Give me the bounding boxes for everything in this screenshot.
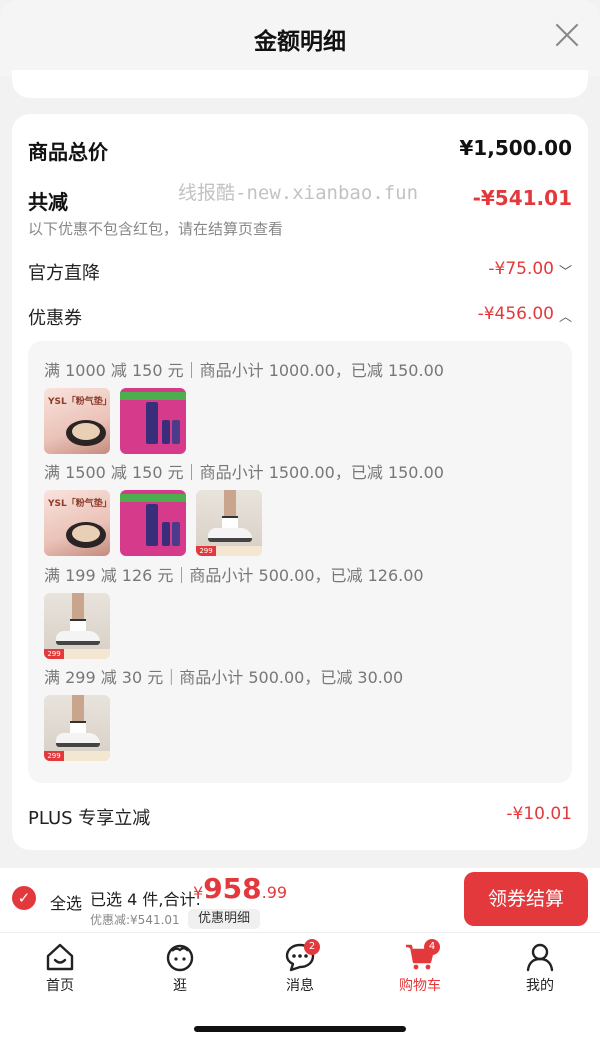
product-thumb-white-shoes[interactable]: 299 — [44, 593, 110, 659]
coupon-row[interactable]: 优惠券 -¥456.00 ︿ — [28, 304, 572, 330]
total-price-label: 商品总价 — [28, 140, 108, 164]
product-thumb-ysl-cushion[interactable]: YSL「粉气垫」 — [44, 388, 110, 454]
checkout-button[interactable]: 领券结算 — [464, 872, 588, 926]
total-amount: ¥958.99 — [193, 872, 288, 905]
chevron-up-icon: ︿ — [558, 310, 572, 325]
tab-browse[interactable]: 逛 — [140, 941, 220, 995]
tab-profile[interactable]: 我的 — [500, 941, 580, 995]
tab-label: 购物车 — [399, 978, 441, 994]
face-icon — [166, 944, 194, 972]
sheet-title: 金额明细 — [254, 29, 346, 55]
saving-text: 优惠减:¥541.01 — [90, 913, 180, 927]
tab-label: 逛 — [173, 978, 187, 994]
message-badge: 2 — [304, 939, 320, 955]
product-thumb-ysl-cushion[interactable]: YSL「粉气垫」 — [44, 490, 110, 556]
official-discount-label: 官方直降 — [28, 263, 100, 284]
discount-note: 以下优惠不包含红包，请在结算页查看 — [28, 220, 284, 238]
close-icon[interactable] — [554, 22, 580, 48]
reduce-label: 共减 — [28, 190, 68, 214]
product-thumb-white-shoes[interactable]: 299 — [196, 490, 262, 556]
tab-label: 消息 — [286, 978, 314, 994]
chevron-down-icon: ﹀ — [558, 265, 572, 280]
collapsed-card — [12, 70, 588, 98]
coupon-label: 优惠券 — [28, 308, 82, 329]
user-icon — [526, 943, 554, 972]
coupon-group-title: 满 1500 减 150 元｜商品小计 1500.00，已减 150.00 — [44, 463, 444, 482]
coupon-group-title: 满 199 减 126 元｜商品小计 500.00，已减 126.00 — [44, 566, 424, 585]
coupon-breakdown: 满 1000 减 150 元｜商品小计 1000.00，已减 150.00 YS… — [28, 341, 572, 783]
official-discount-value: -¥75.00 — [488, 259, 554, 279]
home-indicator — [194, 1026, 406, 1032]
cart-badge: 4 — [424, 939, 440, 955]
tab-messages[interactable]: 2 消息 — [260, 939, 340, 995]
select-all-checkbox[interactable]: ✓ — [12, 886, 36, 910]
checkout-bar: ✓ 全选 已选 4 件,合计: ¥958.99 优惠减:¥541.01 优惠明细… — [0, 868, 600, 932]
plus-discount-value: -¥10.01 — [506, 804, 572, 824]
reduce-value: -¥541.01 — [472, 186, 572, 210]
tab-home[interactable]: 首页 — [20, 941, 100, 995]
plus-discount-row: PLUS 专享立减 -¥10.01 — [28, 804, 572, 830]
sheet-header: 金额明细 — [0, 0, 600, 76]
coupon-value: -¥456.00 — [477, 304, 554, 324]
tab-cart[interactable]: 4 购物车 — [380, 939, 460, 995]
discount-detail-button[interactable]: 优惠明细 — [188, 909, 261, 929]
product-thumb-pink-kit[interactable] — [120, 388, 186, 454]
tab-label: 首页 — [46, 978, 74, 994]
total-price-value: ¥1,500.00 — [459, 136, 572, 160]
product-thumb-pink-kit[interactable] — [120, 490, 186, 556]
official-discount-row[interactable]: 官方直降 -¥75.00 ﹀ — [28, 259, 572, 285]
amount-detail-sheet: 金额明细 商品总价 ¥1,500.00 线报酷-new.xianbao.fun … — [0, 0, 600, 868]
coupon-group-title: 满 299 减 30 元｜商品小计 500.00，已减 30.00 — [44, 668, 404, 687]
product-thumb-white-shoes[interactable]: 299 — [44, 695, 110, 761]
selected-count: 已选 4 件,合计: — [90, 890, 201, 909]
tab-label: 我的 — [526, 978, 554, 994]
plus-discount-label: PLUS 专享立减 — [28, 808, 151, 829]
select-all-label[interactable]: 全选 — [50, 890, 82, 914]
coupon-group-title: 满 1000 减 150 元｜商品小计 1000.00，已减 150.00 — [44, 361, 444, 380]
detail-card: 商品总价 ¥1,500.00 线报酷-new.xianbao.fun 共减 -¥… — [12, 114, 588, 850]
home-icon — [46, 943, 74, 971]
